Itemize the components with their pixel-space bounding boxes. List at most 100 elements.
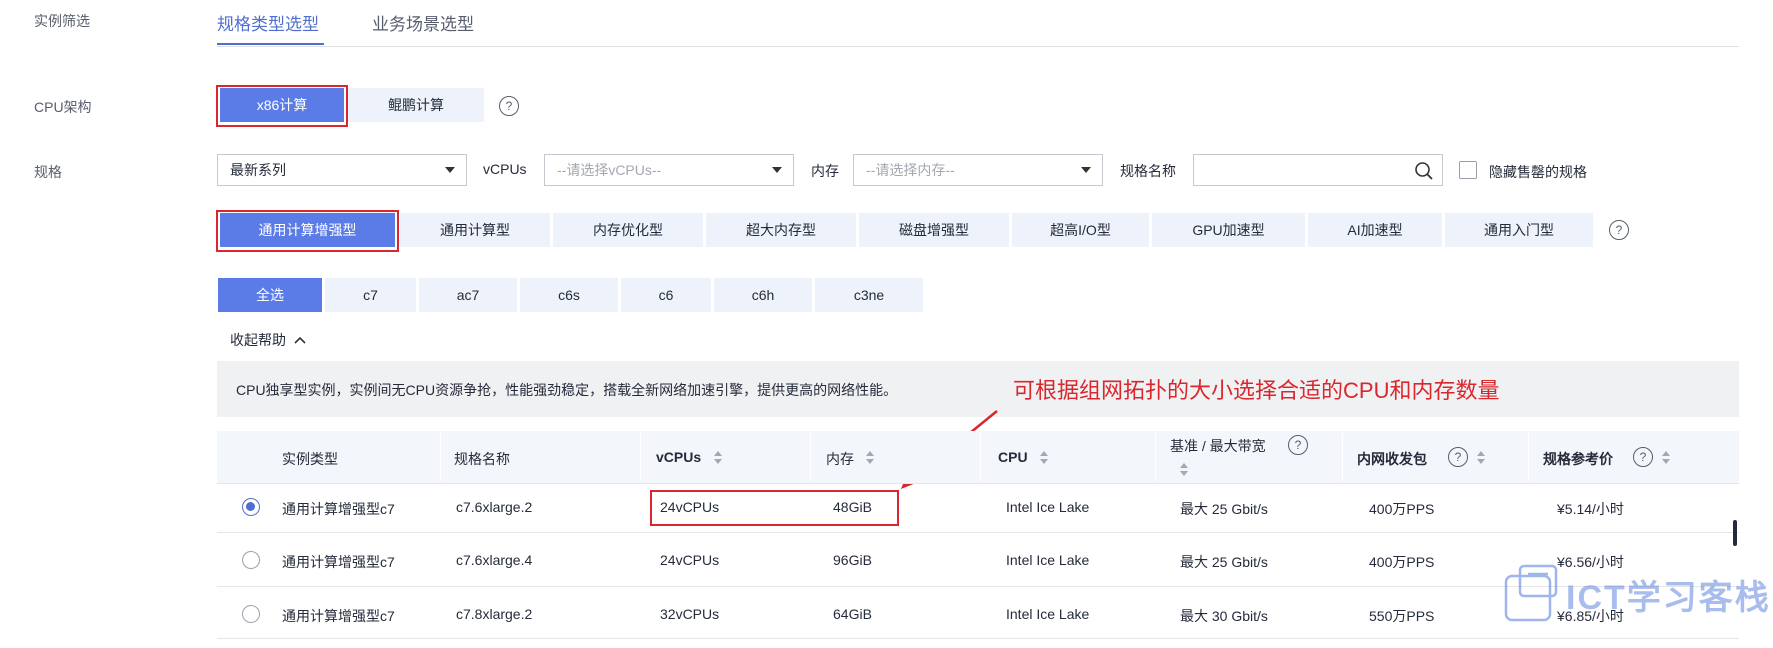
category-high-io[interactable]: 超高I/O型 (1012, 213, 1149, 247)
table-header (217, 431, 1739, 483)
collapse-help-link[interactable]: 收起帮助 (230, 330, 307, 350)
price-help-icon[interactable]: ? (1633, 447, 1653, 467)
tab-spec-type[interactable]: 规格类型选型 (217, 10, 319, 35)
sort-icon[interactable] (1477, 451, 1485, 465)
cpu-arch-label: CPU架构 (34, 99, 92, 115)
memory-label: 内存 (811, 163, 839, 179)
family-c7[interactable]: c7 (325, 278, 416, 312)
cpu-arch-kunpeng-button[interactable]: 鲲鹏计算 (348, 88, 484, 122)
cell-spec-name: c7.6xlarge.2 (456, 499, 533, 515)
row-divider (217, 532, 1739, 533)
category-general-entry[interactable]: 通用入门型 (1445, 213, 1593, 247)
tab-divider (217, 46, 1739, 47)
tab-active-underline (217, 43, 324, 45)
category-disk-enhanced[interactable]: 磁盘增强型 (859, 213, 1009, 247)
spec-name-input[interactable] (1193, 154, 1443, 186)
cell-bandwidth: 最大 30 Gbit/s (1180, 608, 1268, 624)
memory-select[interactable]: --请选择内存-- (853, 154, 1103, 186)
annotation-text: 可根据组网拓扑的大小选择合适的CPU和内存数量 (1013, 378, 1500, 403)
help-info-text: CPU独享型实例，实例间无CPU资源争抢，性能强劲稳定，搭载全新网络加速引擎，提… (236, 382, 898, 398)
cell-instance-type: 通用计算增强型c7 (282, 608, 395, 624)
header-vcpus[interactable]: vCPUs (656, 449, 701, 465)
cell-price: ¥5.14/小时 (1557, 501, 1624, 517)
cell-vcpus: 32vCPUs (660, 606, 720, 622)
header-instance-type: 实例类型 (282, 451, 338, 467)
cpu-arch-x86-button[interactable]: x86计算 (220, 88, 344, 122)
cell-vcpus: 24vCPUs (660, 499, 720, 515)
family-all[interactable]: 全选 (218, 278, 322, 312)
sort-icon[interactable] (1040, 451, 1048, 465)
cell-price: ¥6.56/小时 (1557, 554, 1624, 570)
family-c6[interactable]: c6 (621, 278, 711, 312)
category-general-enhanced[interactable]: 通用计算增强型 (220, 213, 395, 247)
vcpus-label: vCPUs (483, 161, 527, 177)
series-select[interactable]: 最新系列 (217, 154, 467, 186)
family-c6h[interactable]: c6h (714, 278, 812, 312)
column-separator (1342, 433, 1343, 481)
category-ai-accelerated[interactable]: AI加速型 (1308, 213, 1442, 247)
sort-icon[interactable] (714, 451, 722, 465)
vcpus-select[interactable]: --请选择vCPUs-- (544, 154, 794, 186)
category-memory-optimized[interactable]: 内存优化型 (553, 213, 703, 247)
column-separator (810, 433, 811, 481)
section-label: 实例筛选 (34, 13, 90, 29)
bandwidth-help-icon[interactable]: ? (1288, 435, 1308, 455)
cell-instance-type: 通用计算增强型c7 (282, 554, 395, 570)
cell-memory: 48GiB (833, 499, 872, 515)
chevron-up-icon (294, 336, 306, 344)
cell-pps: 400万PPS (1369, 501, 1435, 517)
column-separator (980, 433, 981, 481)
watermark-logo-icon (1504, 564, 1558, 622)
hide-soldout-checkbox[interactable] (1459, 161, 1477, 179)
header-price[interactable]: 规格参考价 (1543, 449, 1613, 469)
family-ac7[interactable]: ac7 (419, 278, 517, 312)
sort-icon[interactable] (866, 451, 874, 465)
series-select-value: 最新系列 (230, 162, 286, 178)
cell-vcpus: 24vCPUs (660, 552, 720, 568)
table-scrollbar[interactable] (1733, 520, 1737, 546)
column-separator (640, 433, 641, 481)
cell-memory: 64GiB (833, 606, 872, 622)
header-bandwidth[interactable]: 基准 / 最大带宽 (1170, 436, 1266, 456)
vcpus-select-placeholder: --请选择vCPUs-- (557, 162, 662, 178)
chevron-down-icon (1081, 167, 1091, 173)
search-icon[interactable] (1414, 161, 1434, 181)
sort-icon[interactable] (1180, 463, 1188, 477)
cell-pps: 400万PPS (1369, 554, 1435, 570)
header-cpu[interactable]: CPU (998, 449, 1028, 465)
hide-soldout-label: 隐藏售罄的规格 (1489, 164, 1587, 180)
pps-help-icon[interactable]: ? (1448, 447, 1468, 467)
family-c3ne[interactable]: c3ne (815, 278, 923, 312)
spec-label: 规格 (34, 164, 62, 180)
cell-cpu: Intel Ice Lake (1006, 552, 1090, 568)
memory-select-placeholder: --请选择内存-- (866, 162, 955, 178)
cell-spec-name: c7.8xlarge.2 (456, 606, 533, 622)
collapse-help-label: 收起帮助 (230, 332, 286, 348)
category-large-memory[interactable]: 超大内存型 (706, 213, 856, 247)
family-c6s[interactable]: c6s (520, 278, 618, 312)
cell-pps: 550万PPS (1369, 608, 1435, 624)
header-memory[interactable]: 内存 (826, 449, 854, 469)
category-general[interactable]: 通用计算型 (400, 213, 550, 247)
column-separator (1528, 433, 1529, 481)
tab-business-scenario[interactable]: 业务场景选型 (372, 10, 474, 35)
row-radio[interactable] (242, 605, 260, 623)
cpu-arch-help-icon[interactable]: ? (499, 96, 519, 116)
row-divider (217, 638, 1739, 639)
row-radio[interactable] (242, 498, 260, 516)
cell-cpu: Intel Ice Lake (1006, 499, 1090, 515)
row-radio[interactable] (242, 551, 260, 569)
cell-bandwidth: 最大 25 Gbit/s (1180, 501, 1268, 517)
category-gpu-accelerated[interactable]: GPU加速型 (1152, 213, 1305, 247)
header-pps[interactable]: 内网收发包 (1357, 449, 1427, 469)
sort-icon[interactable] (1662, 451, 1670, 465)
category-help-icon[interactable]: ? (1609, 220, 1629, 240)
chevron-down-icon (772, 167, 782, 173)
column-separator (440, 433, 441, 481)
cell-instance-type: 通用计算增强型c7 (282, 501, 395, 517)
header-spec-name: 规格名称 (454, 451, 510, 467)
row-divider (217, 483, 1739, 484)
chevron-down-icon (445, 167, 455, 173)
spec-name-label: 规格名称 (1120, 163, 1176, 179)
cell-bandwidth: 最大 25 Gbit/s (1180, 554, 1268, 570)
